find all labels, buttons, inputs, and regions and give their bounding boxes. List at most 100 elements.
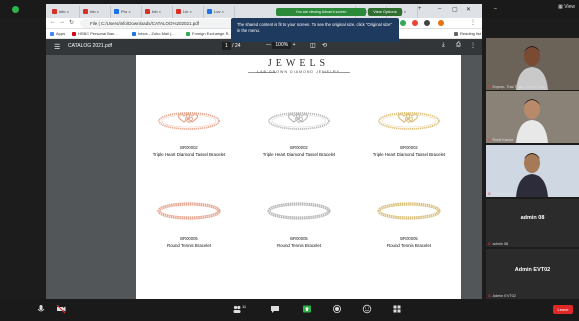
zoom-out-button[interactable]: —: [266, 42, 271, 48]
participant-video: [486, 91, 579, 143]
bookmark-label: Foreign Exchange R...: [192, 31, 232, 36]
more-options-icon[interactable]: ⋮: [470, 42, 476, 49]
product-card: BR00002 Triple Heart Diamond Tassel Brace…: [354, 107, 464, 157]
bookmark-favicon-icon: [186, 32, 190, 36]
hamburger-menu-icon[interactable]: ☰: [54, 43, 60, 51]
tooltip-text: The shared content is fit to your screen…: [237, 22, 392, 33]
product-code: BR00005: [180, 236, 198, 241]
participant-name: Abhilash Jain: [492, 192, 516, 196]
extensions-puzzle-icon[interactable]: [424, 20, 430, 26]
product-image: [374, 107, 444, 135]
minimize-icon[interactable]: –: [494, 6, 497, 12]
reactions-icon[interactable]: [362, 304, 372, 314]
bookmark-label: Apps: [56, 31, 66, 36]
participant-display-name: Admin EVT02: [514, 267, 551, 273]
extension-icon[interactable]: [412, 20, 418, 26]
bookmark-favicon-icon: [132, 32, 136, 36]
browser-tab[interactable]: Lov ×: [205, 6, 235, 18]
product-name: Round Tennis Bracelet: [166, 243, 212, 248]
extension-icon[interactable]: [400, 20, 406, 26]
print-icon[interactable]: ⎙: [456, 42, 461, 49]
screen-share-banner: You are viewing Adnan's screen: [276, 8, 366, 16]
participant-tile[interactable]: ⦸ Abhilash Jain: [486, 145, 579, 197]
bookmark-item[interactable]: Apps: [50, 29, 65, 39]
close-icon[interactable]: ✕: [466, 6, 471, 13]
heart-bracelet-image: [158, 112, 220, 130]
grid-icon: ▦: [558, 4, 563, 10]
tab-close-icon[interactable]: ×: [220, 9, 224, 14]
reload-icon[interactable]: ↻: [69, 19, 74, 26]
browser-tab[interactable]: Inb ×: [143, 6, 173, 18]
zoom-window: ▦ View – ▢ ✕ info × Inb × Pro × Inb × Lin × L…: [0, 0, 579, 321]
favicon-icon: [114, 9, 119, 14]
microphone-icon[interactable]: [36, 304, 46, 314]
bookmark-item[interactable]: Reading list: [454, 29, 481, 39]
participants-icon[interactable]: [232, 304, 242, 314]
tagline: LAB GROWN DIAMOND JEWELRY: [257, 70, 340, 74]
maximize-icon[interactable]: ▢: [452, 6, 458, 13]
zoom-in-button[interactable]: +: [293, 42, 296, 48]
forward-icon[interactable]: →: [59, 19, 65, 25]
minimize-icon[interactable]: –: [438, 6, 441, 12]
participant-tile[interactable]: Admin EVT02 ⦸ Admin EVT02: [486, 249, 579, 299]
participant-count: 11: [242, 304, 247, 309]
share-screen-icon[interactable]: [302, 304, 312, 314]
pdf-viewer[interactable]: JEWELS LAB GROWN DIAMOND JEWELRY BR00002…: [46, 55, 482, 299]
view-options-button[interactable]: View Options: [368, 8, 402, 16]
download-icon[interactable]: ⤓: [442, 42, 445, 49]
record-icon[interactable]: [332, 304, 342, 314]
heart-bracelet-image: [268, 112, 330, 130]
shield-icon[interactable]: [12, 6, 19, 13]
participant-name: Rohit Karule: [492, 138, 514, 142]
fit-page-icon[interactable]: ◫: [310, 42, 316, 49]
participant-tile[interactable]: ⦸ Rohit Karule: [486, 91, 579, 143]
tab-close-icon[interactable]: ×: [403, 9, 406, 14]
tab-close-icon[interactable]: ×: [127, 9, 130, 14]
participant-tile[interactable]: ⦸ Expow- Thai Trade Centre Nair...: [486, 38, 579, 90]
bookmark-item[interactable]: Inbox - Zoho Mail (...: [132, 29, 175, 39]
zoom-value-input[interactable]: 100%: [272, 41, 292, 49]
tab-close-icon[interactable]: ×: [96, 9, 99, 14]
bookmark-item[interactable]: HSBC Personal Ban...: [72, 29, 118, 39]
favicon-icon: [83, 9, 88, 14]
product-card: BR00002 Triple Heart Diamond Tassel Brace…: [244, 107, 354, 157]
browser-tab[interactable]: info ×: [50, 6, 80, 18]
page-number-input[interactable]: 1: [222, 42, 231, 50]
page-indicator: 1 / 24: [222, 42, 241, 50]
shared-browser-window: – ▢ ✕ info ×Inb ×Pro ×Inb ×Lin ×Lov ×CR …: [46, 4, 482, 299]
tab-close-icon[interactable]: ×: [158, 9, 161, 14]
back-icon[interactable]: ←: [50, 19, 56, 25]
zoom-meeting-controls: 11 Leave: [0, 299, 579, 321]
browser-tab[interactable]: Lin ×: [174, 6, 204, 18]
tennis-bracelet-image: [377, 202, 441, 220]
leave-button[interactable]: Leave: [553, 305, 573, 314]
tab-close-icon[interactable]: ×: [188, 9, 191, 14]
product-name: Triple Heart Diamond Tassel Bracelet: [262, 152, 336, 157]
view-label: View: [564, 4, 575, 10]
address-text: File | C:/Users/info/Downloads/CATALOG%2…: [90, 21, 200, 26]
muted-mic-icon: ⦸: [488, 294, 491, 298]
zoom-view-button[interactable]: ▦ View: [558, 4, 575, 10]
bookmark-item[interactable]: Foreign Exchange R...: [186, 29, 232, 39]
tab-close-icon[interactable]: ×: [65, 9, 69, 14]
product-name: Round Tennis Bracelet: [276, 243, 322, 248]
participant-name-tag: ⦸ admin 08: [488, 242, 508, 246]
participant-tile[interactable]: admin 08 ⦸ admin 08: [486, 199, 579, 247]
apps-icon[interactable]: [392, 304, 402, 314]
avatar[interactable]: [438, 20, 444, 26]
participant-name: Expow- Thai Trade Centre Nair...: [492, 85, 548, 89]
muted-mic-icon: ⦸: [488, 192, 491, 196]
product-name: Round Tennis Bracelet: [386, 243, 432, 248]
new-tab-button[interactable]: +: [418, 6, 422, 12]
menu-kebab-icon[interactable]: ⋮: [470, 19, 476, 26]
rotate-icon[interactable]: ⟲: [322, 42, 327, 49]
page-total: / 24: [232, 43, 241, 49]
browser-tab[interactable]: Inb ×: [81, 6, 111, 18]
chat-icon[interactable]: [270, 304, 280, 314]
product-image: [264, 198, 334, 226]
favicon-icon: [176, 9, 181, 14]
participant-display-name: admin 08: [520, 215, 545, 221]
bookmark-favicon-icon: [50, 32, 54, 36]
video-camera-icon[interactable]: [56, 304, 66, 314]
browser-tab[interactable]: Pro ×: [112, 6, 142, 18]
